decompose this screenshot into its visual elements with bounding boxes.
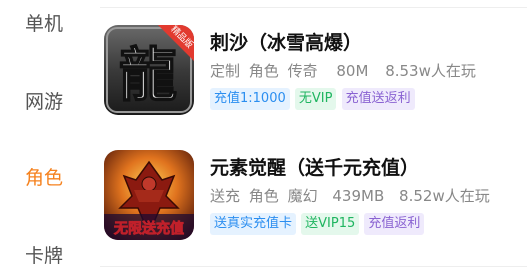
meta-type: 定制: [210, 62, 241, 80]
meta-size: 80M: [336, 62, 369, 80]
game-list-item[interactable]: 无限送充值 元素觉醒（送千元充值） 送充 角色 魔幻 439MB 8.52w人在…: [104, 150, 524, 268]
sidebar-item-standalone[interactable]: 单机: [0, 12, 88, 36]
meta-players: 8.52w人在玩: [399, 187, 490, 205]
sidebar-item-online[interactable]: 网游: [0, 90, 88, 114]
game-icon[interactable]: 无限送充值: [104, 150, 194, 240]
category-sidebar: 单机 网游 角色 卡牌: [0, 0, 88, 273]
tag-badge: 送真实充值卡: [210, 213, 297, 235]
game-icon[interactable]: 龍 精品版: [104, 25, 194, 115]
sidebar-item-card[interactable]: 卡牌: [0, 244, 88, 268]
tag-badge: 充值返利: [364, 213, 425, 235]
game-list-item[interactable]: 龍 精品版 刺沙（冰雪高爆） 定制 角色 传奇 80M 8.53w人在玩 充值1…: [104, 25, 524, 143]
sidebar-item-role[interactable]: 角色: [0, 166, 88, 190]
tag-badge: 充值送返利: [341, 88, 415, 110]
meta-style: 魔幻: [287, 187, 318, 205]
list-divider: [100, 7, 527, 8]
meta-size: 439MB: [332, 187, 385, 205]
meta-genre: 角色: [248, 187, 279, 205]
list-divider: [100, 266, 527, 267]
game-tags: 充值1:1000 无VIP 充值送返利: [210, 88, 416, 110]
tag-badge: 无VIP: [294, 88, 337, 110]
svg-text:龍: 龍: [119, 41, 177, 109]
game-tags: 送真实充值卡 送VIP15 充值返利: [210, 213, 425, 235]
game-meta: 送充 角色 魔幻 439MB 8.52w人在玩: [210, 185, 494, 206]
dragon-glyph-icon: 龍 精品版: [104, 25, 194, 115]
tag-badge: 送VIP15: [301, 213, 360, 235]
game-meta: 定制 角色 传奇 80M 8.53w人在玩: [210, 60, 480, 81]
warrior-art-icon: 无限送充值: [104, 150, 194, 240]
tag-badge: 充值1:1000: [210, 88, 290, 110]
meta-style: 传奇: [287, 62, 318, 80]
meta-genre: 角色: [248, 62, 279, 80]
meta-type: 送充: [210, 187, 241, 205]
game-title: 元素觉醒（送千元充值）: [210, 157, 420, 179]
game-title: 刺沙（冰雪高爆）: [210, 32, 363, 54]
meta-players: 8.53w人在玩: [385, 62, 476, 80]
svg-text:无限送充值: 无限送充值: [113, 220, 184, 237]
